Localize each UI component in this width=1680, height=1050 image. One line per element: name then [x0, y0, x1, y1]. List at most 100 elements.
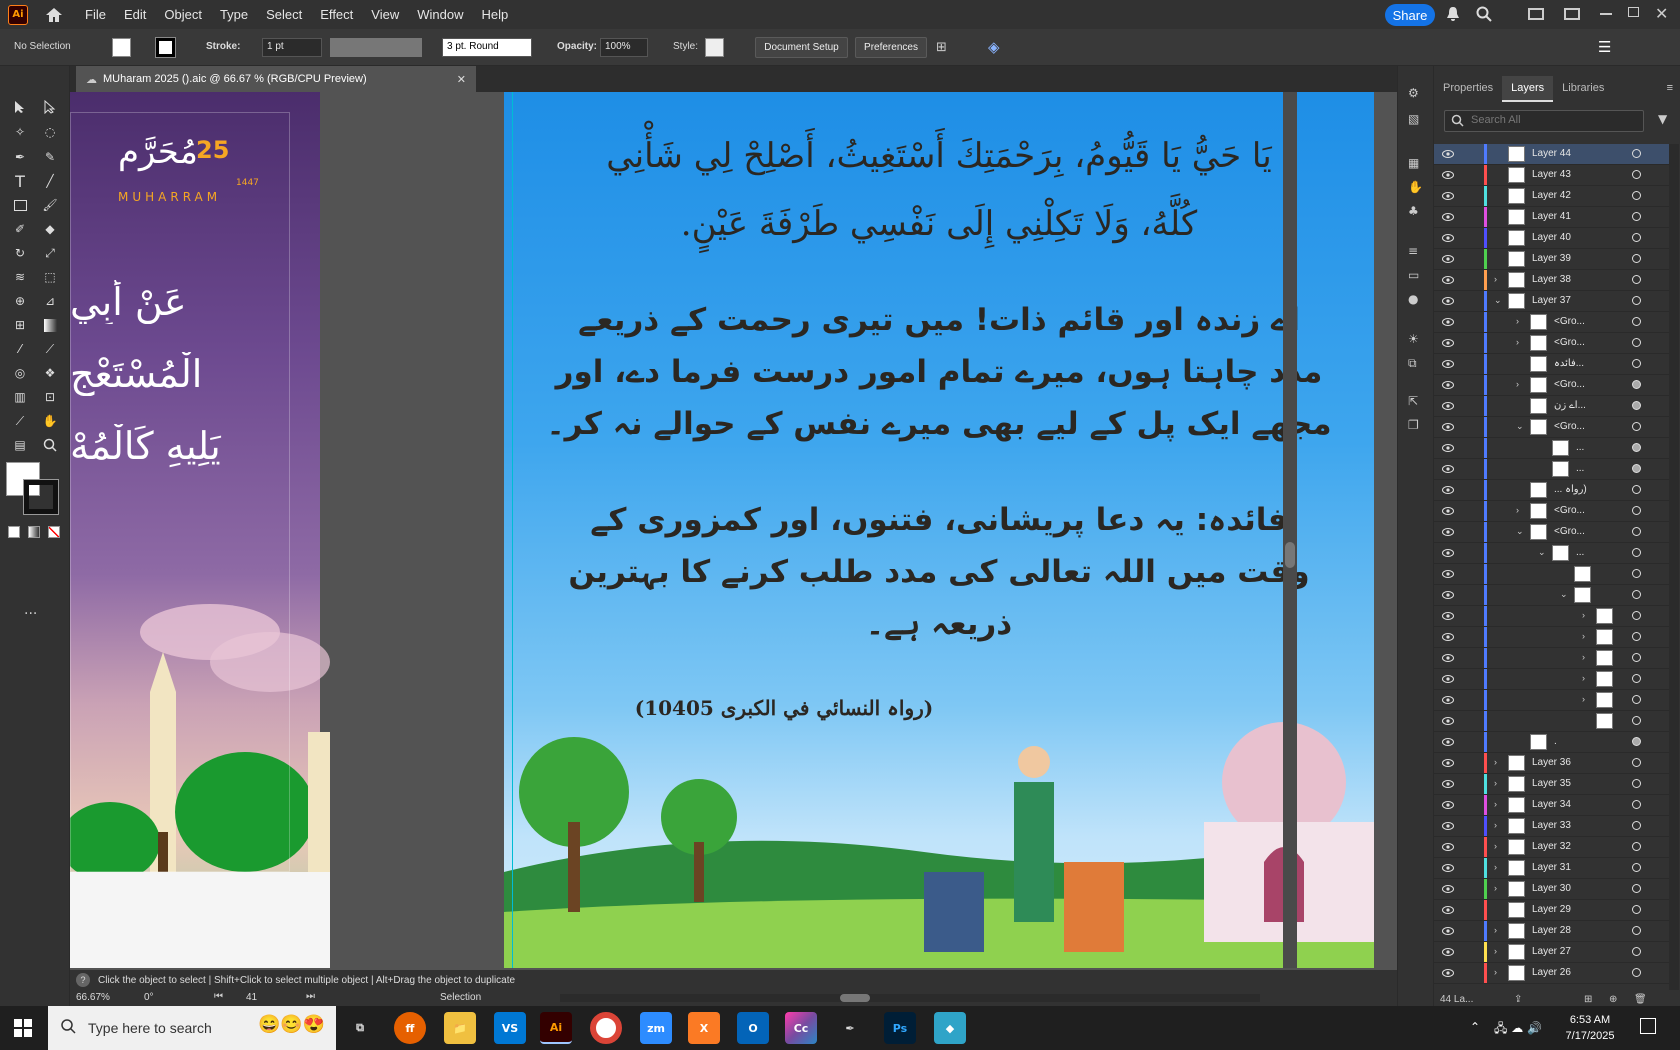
expand-chevron-icon[interactable]: › [1494, 946, 1504, 958]
visibility-eye-icon[interactable] [1442, 884, 1454, 894]
target-circle-icon[interactable] [1632, 548, 1641, 557]
target-circle-icon[interactable] [1632, 401, 1641, 410]
layer-row[interactable]: › [1434, 648, 1669, 669]
target-circle-icon[interactable] [1632, 485, 1641, 494]
target-circle-icon[interactable] [1632, 821, 1641, 830]
line-tool-icon[interactable]: ╱ [38, 170, 62, 192]
visibility-eye-icon[interactable] [1442, 548, 1454, 558]
perspective-grid-icon[interactable]: ⊿ [38, 290, 62, 312]
horizontal-scrollbar[interactable] [560, 994, 1260, 1002]
collect-export-icon[interactable]: ⇪ [1514, 994, 1522, 1005]
visibility-eye-icon[interactable] [1442, 968, 1454, 978]
visibility-eye-icon[interactable] [1442, 443, 1454, 453]
layer-row[interactable]: › Layer 27 [1434, 942, 1669, 963]
target-circle-icon[interactable] [1632, 926, 1641, 935]
target-circle-icon[interactable] [1632, 800, 1641, 809]
visibility-eye-icon[interactable] [1442, 842, 1454, 852]
rectangle-tool-icon[interactable] [8, 194, 32, 216]
menu-window[interactable]: Window [408, 7, 472, 22]
tab-properties[interactable]: Properties [1434, 76, 1502, 102]
rotate-tool-icon[interactable]: ↻ [8, 242, 32, 264]
target-circle-icon[interactable] [1632, 569, 1641, 578]
expand-chevron-icon[interactable]: › [1582, 610, 1592, 622]
target-circle-icon[interactable] [1632, 149, 1641, 158]
target-circle-icon[interactable] [1632, 506, 1641, 515]
bell-icon[interactable] [1446, 6, 1460, 25]
visibility-eye-icon[interactable] [1442, 863, 1454, 873]
visibility-eye-icon[interactable] [1442, 380, 1454, 390]
chrome-icon[interactable] [590, 1012, 622, 1044]
restore-icon[interactable] [1628, 7, 1639, 17]
zoom-level[interactable]: 66.67% [76, 992, 110, 1003]
layer-row[interactable]: ⌄ <Gro... [1434, 522, 1669, 543]
delete-layer-icon[interactable]: 🗑 [1634, 994, 1647, 1005]
opacity-input[interactable]: 100% [600, 38, 648, 57]
visibility-eye-icon[interactable] [1442, 275, 1454, 285]
search-icon[interactable] [1476, 6, 1492, 25]
layer-row[interactable]: › <Gro... [1434, 333, 1669, 354]
illustrator-taskbar-icon[interactable]: Ai [540, 1012, 572, 1044]
target-circle-icon[interactable] [1632, 359, 1641, 368]
stroke-swatch[interactable] [155, 37, 176, 58]
layer-row[interactable]: فائدہ... [1434, 354, 1669, 375]
visibility-eye-icon[interactable] [1442, 632, 1454, 642]
expand-chevron-icon[interactable]: › [1582, 673, 1592, 685]
emoji-widget-icon[interactable]: 😄😊😍 [258, 1014, 325, 1035]
layer-row[interactable]: اے زن... [1434, 396, 1669, 417]
vertical-scrollbar[interactable] [1283, 92, 1297, 968]
first-artboard-icon[interactable]: ⏮ [214, 991, 223, 1002]
target-circle-icon[interactable] [1632, 170, 1641, 179]
menu-object[interactable]: Object [155, 7, 211, 22]
artboard-number[interactable]: 41 [246, 992, 257, 1003]
transparency-icon[interactable]: ● [1408, 292, 1418, 306]
gradient-panel-icon[interactable]: ▭ [1408, 268, 1419, 282]
target-circle-icon[interactable] [1632, 527, 1641, 536]
expand-chevron-icon[interactable]: › [1494, 778, 1504, 790]
visibility-eye-icon[interactable] [1442, 296, 1454, 306]
arrange-documents-icon[interactable] [1528, 8, 1544, 20]
rotation-value[interactable]: 0° [144, 992, 154, 1003]
target-circle-icon[interactable] [1632, 191, 1641, 200]
visibility-eye-icon[interactable] [1442, 821, 1454, 831]
layer-row[interactable]: ... [1434, 438, 1669, 459]
target-circle-icon[interactable] [1632, 611, 1641, 620]
layer-row[interactable]: › Layer 36 [1434, 753, 1669, 774]
minimize-icon[interactable] [1600, 13, 1612, 15]
panel-menu-icon[interactable]: ≡ [1659, 76, 1680, 102]
recolor-icon[interactable]: ◈ [988, 38, 1000, 56]
visibility-eye-icon[interactable] [1442, 422, 1454, 432]
expand-chevron-icon[interactable]: › [1494, 862, 1504, 874]
h-scrollbar-thumb[interactable] [840, 994, 870, 1002]
align-icon[interactable]: ⊞ [936, 40, 947, 55]
stroke-weight-input[interactable]: 1 pt [262, 38, 322, 57]
layer-row[interactable]: Layer 39 [1434, 249, 1669, 270]
layer-row[interactable]: ... [1434, 459, 1669, 480]
task-view-icon[interactable]: ⧉ [344, 1012, 376, 1044]
expand-chevron-icon[interactable]: › [1494, 883, 1504, 895]
visibility-eye-icon[interactable] [1442, 947, 1454, 957]
selection-tool-icon[interactable] [8, 96, 32, 118]
target-circle-icon[interactable] [1632, 947, 1641, 956]
visibility-eye-icon[interactable] [1442, 674, 1454, 684]
layer-row[interactable]: › Layer 31 [1434, 858, 1669, 879]
layer-row[interactable]: ⌄... [1434, 543, 1669, 564]
collapse-chevron-icon[interactable]: ⌄ [1560, 589, 1570, 601]
visibility-eye-icon[interactable] [1442, 716, 1454, 726]
taskbar-search-box[interactable]: Type here to search 😄😊😍 [48, 1006, 336, 1050]
filter-icon[interactable]: ▼ [1658, 112, 1667, 126]
expand-chevron-icon[interactable]: › [1494, 925, 1504, 937]
measure-tool-icon[interactable]: ⟋ [38, 338, 62, 360]
visibility-eye-icon[interactable] [1442, 737, 1454, 747]
zoom-app-icon[interactable]: zm [640, 1012, 672, 1044]
stroke-panel-icon[interactable]: ≡ [1408, 244, 1418, 258]
expand-chevron-icon[interactable]: › [1494, 820, 1504, 832]
target-circle-icon[interactable] [1632, 653, 1641, 662]
target-circle-icon[interactable] [1632, 254, 1641, 263]
layer-row[interactable]: ⌄ Layer 37 [1434, 291, 1669, 312]
target-circle-icon[interactable] [1632, 842, 1641, 851]
target-circle-icon[interactable] [1632, 380, 1641, 389]
preferences-button[interactable]: Preferences [855, 37, 927, 58]
expand-chevron-icon[interactable]: › [1582, 694, 1592, 706]
target-circle-icon[interactable] [1632, 590, 1641, 599]
expand-chevron-icon[interactable]: › [1494, 841, 1504, 853]
